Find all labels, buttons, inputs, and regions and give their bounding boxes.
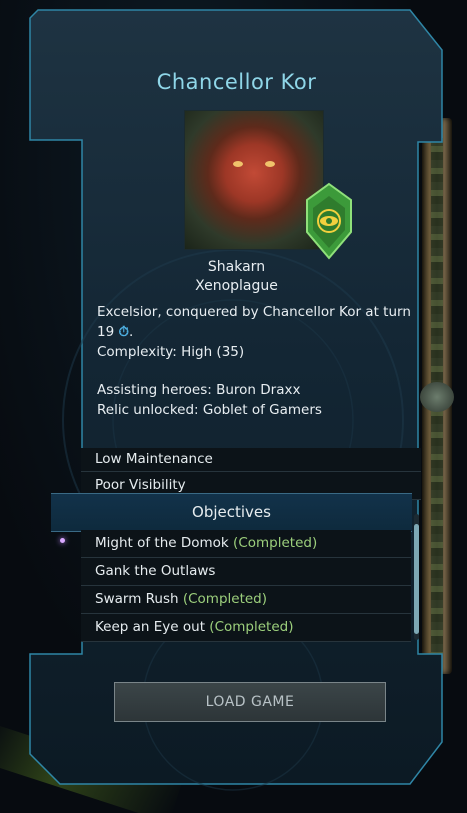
hero-panel: Chancellor Kor Shakarn Xenoplague Excels…: [30, 10, 443, 784]
extra-info: Assisting heroes: Buron Draxx Relic unlo…: [97, 380, 417, 420]
hero-faction: Xenoplague: [195, 278, 278, 294]
hero-portrait: [184, 110, 324, 250]
objective-status: (Completed): [182, 591, 268, 607]
turn-clock-icon: ⏱: [118, 324, 130, 340]
objectives-header: Objectives: [51, 493, 412, 532]
conquest-end: .: [129, 324, 134, 340]
hero-title: Chancellor Kor: [156, 70, 317, 94]
objective-label: Swarm Rush: [95, 591, 179, 607]
faction-badge-icon: [306, 182, 352, 260]
scrollbar-thumb[interactable]: [414, 524, 419, 634]
objective-label: Might of the Domok: [95, 535, 229, 551]
objective-item[interactable]: Might of the Domok (Completed): [81, 530, 411, 558]
objective-status: (Completed): [209, 619, 294, 635]
hero-race: Shakarn: [207, 259, 266, 275]
trait-label: Low Maintenance: [95, 451, 213, 467]
complexity: Complexity: High (35): [97, 344, 245, 360]
objectives-scrollbar[interactable]: [414, 514, 419, 640]
relic-unlocked: Relic unlocked: Goblet of Gamers: [97, 402, 322, 418]
load-game-button[interactable]: LOAD GAME: [114, 682, 386, 722]
objective-item[interactable]: Swarm Rush (Completed): [81, 586, 411, 614]
objective-label: Keep an Eye out: [95, 619, 205, 635]
turn-number: 19: [97, 324, 115, 340]
objectives-list: Might of the Domok (Completed) Gank the …: [81, 530, 411, 642]
list-item: Low Maintenance: [81, 448, 421, 472]
conquest-info: Excelsior, conquered by Chancellor Kor a…: [97, 302, 417, 362]
objective-item[interactable]: Gank the Outlaws: [81, 558, 411, 586]
conquest-text: Excelsior, conquered by Chancellor Kor a…: [97, 304, 411, 320]
objective-label: Gank the Outlaws: [95, 563, 216, 579]
game-screen: Chancellor Kor Shakarn Xenoplague Excels…: [0, 0, 467, 813]
objective-status: (Completed): [233, 535, 318, 551]
assisting-heroes: Assisting heroes: Buron Draxx: [97, 382, 301, 398]
objective-item[interactable]: Keep an Eye out (Completed): [81, 614, 411, 642]
trait-label: Poor Visibility: [95, 477, 186, 493]
